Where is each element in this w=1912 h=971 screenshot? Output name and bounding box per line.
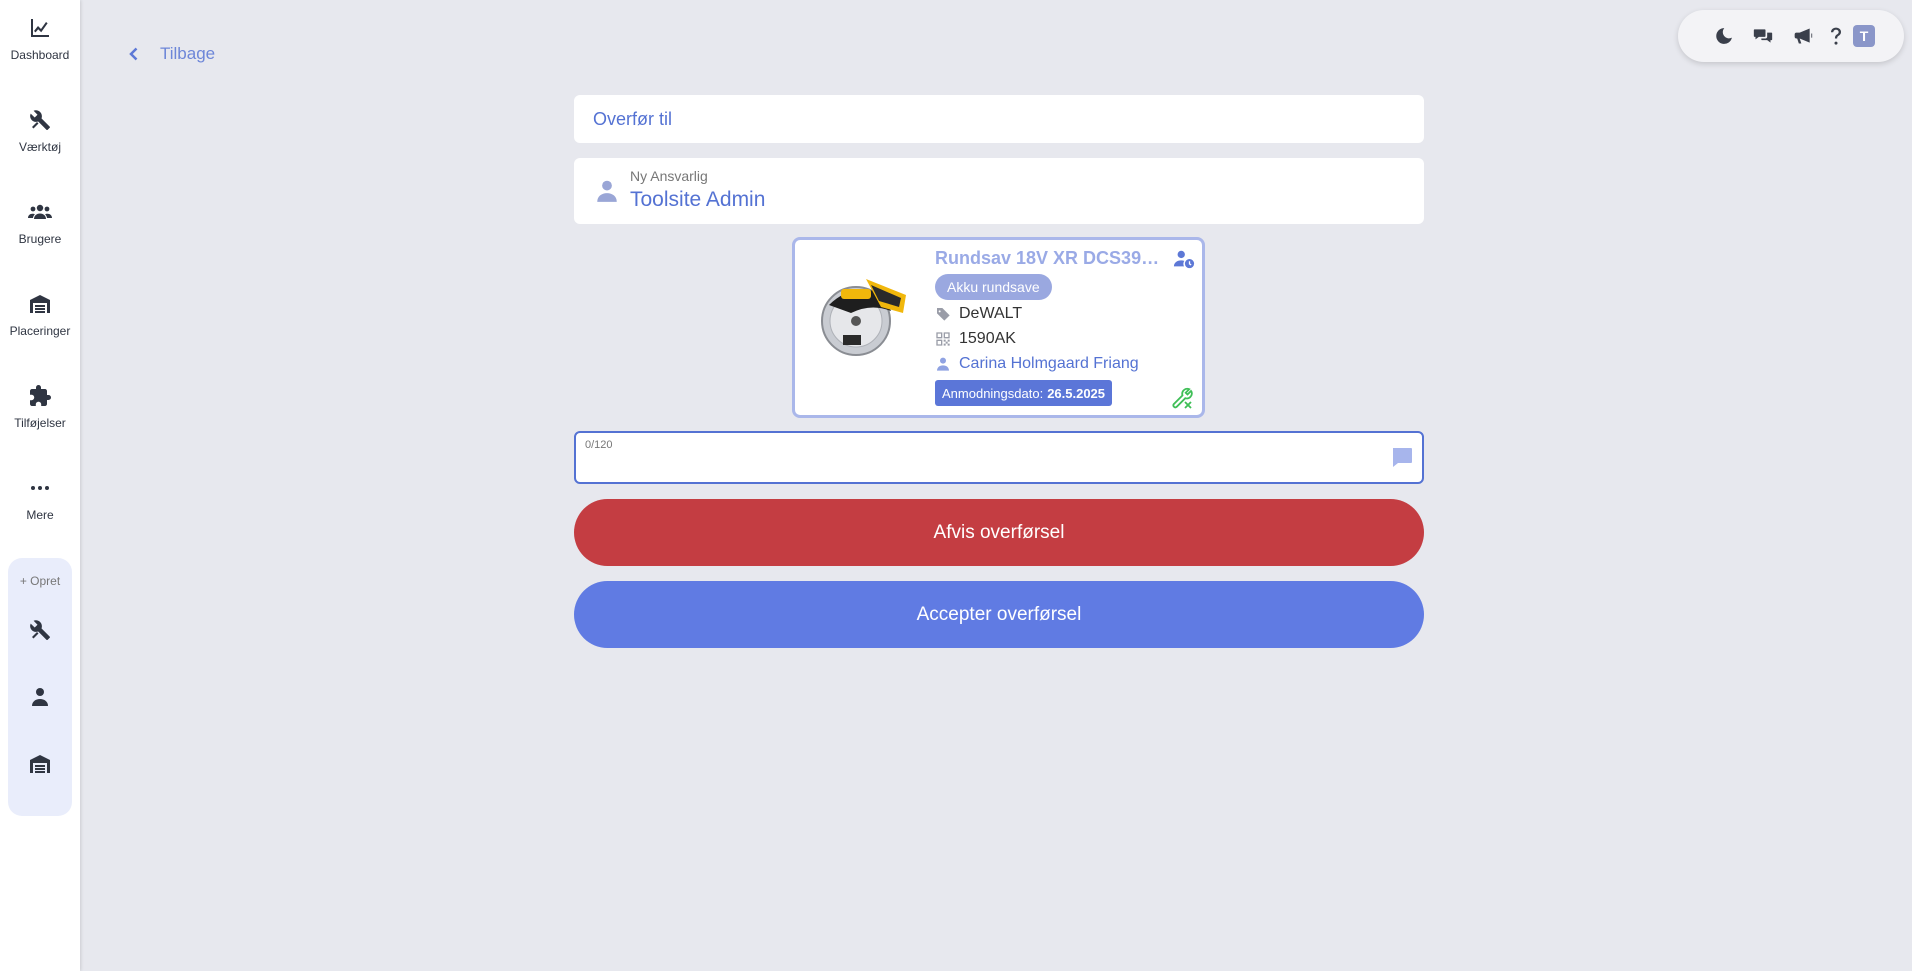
comment-input[interactable] xyxy=(585,455,1365,479)
sidebar: Dashboard Værktøj Brugere Placeringer Ti… xyxy=(0,0,80,971)
sidebar-item-label: Placeringer xyxy=(9,324,71,338)
sidebar-item-tools[interactable]: Værktøj xyxy=(0,92,80,170)
tool-name: Rundsav 18V XR DCS391N ... xyxy=(935,248,1167,268)
reject-transfer-button[interactable]: Afvis overførsel xyxy=(574,499,1424,566)
tools-icon xyxy=(30,110,50,130)
responsible-label: Ny Ansvarlig xyxy=(630,168,708,184)
tag-icon xyxy=(936,308,950,321)
users-icon xyxy=(28,204,52,219)
dark-mode-button[interactable] xyxy=(1712,24,1736,48)
announcements-button[interactable] xyxy=(1791,24,1815,48)
sidebar-item-locations[interactable]: Placeringer xyxy=(0,276,80,354)
request-date-badge: Anmodningsdato: 26.5.2025 xyxy=(935,380,1113,406)
sidebar-item-dashboard[interactable]: Dashboard xyxy=(0,0,80,78)
back-link[interactable]: Tilbage xyxy=(126,42,215,66)
sidebar-item-label: Brugere xyxy=(18,232,62,246)
category-tag: Akku rundsave xyxy=(935,274,1052,300)
warehouse-icon xyxy=(30,295,50,313)
create-tool-icon xyxy=(30,620,50,640)
brand-row: DeWALT xyxy=(935,303,1022,325)
circular-saw-image xyxy=(821,279,906,356)
help-icon xyxy=(1831,27,1841,45)
create-tool-button[interactable] xyxy=(20,610,60,650)
sidebar-item-more[interactable]: Mere xyxy=(0,460,80,538)
user-icon xyxy=(597,180,617,202)
chat-bubbles-icon xyxy=(1753,29,1773,43)
qr-code-icon xyxy=(936,332,950,346)
request-date-value: 26.5.2025 xyxy=(1047,385,1106,401)
user-icon xyxy=(937,357,949,371)
sidebar-item-label: Tilføjelser xyxy=(14,416,66,430)
sidebar-item-extensions[interactable]: Tilføjelser xyxy=(0,368,80,446)
puzzle-icon xyxy=(30,385,51,406)
create-user-icon xyxy=(32,688,48,706)
sidebar-item-label: Værktøj xyxy=(19,140,61,154)
code-row: 1590AK xyxy=(935,328,1016,350)
help-button[interactable] xyxy=(1824,24,1848,48)
sidebar-item-label: Dashboard xyxy=(10,48,70,62)
megaphone-icon xyxy=(1794,28,1813,44)
create-panel: + Opret xyxy=(8,558,72,816)
moon-icon xyxy=(1716,28,1732,44)
create-location-icon xyxy=(30,755,50,773)
top-toolbar: T xyxy=(1678,10,1904,62)
tool-card[interactable]: Rundsav 18V XR DCS391N ... Akku rundsave… xyxy=(792,237,1205,418)
comment-icon xyxy=(1393,448,1412,467)
user-avatar[interactable]: T xyxy=(1853,25,1875,47)
accept-transfer-button[interactable]: Accepter overførsel xyxy=(574,581,1424,648)
sidebar-item-label: Mere xyxy=(26,508,54,522)
comment-counter: 0/120 xyxy=(585,439,613,451)
owner-row: Carina Holmgaard Friang xyxy=(935,353,1139,375)
wrench-icon xyxy=(1172,387,1193,409)
comment-field[interactable]: 0/120 xyxy=(574,431,1424,484)
chat-button[interactable] xyxy=(1751,24,1775,48)
tool-code: 1590AK xyxy=(959,330,1016,347)
transfer-title: Overfør til xyxy=(574,95,1424,143)
sidebar-item-users[interactable]: Brugere xyxy=(0,184,80,262)
user-clock-icon xyxy=(1173,250,1195,269)
new-responsible-selector[interactable]: Ny Ansvarlig Toolsite Admin xyxy=(574,158,1424,224)
responsible-name: Toolsite Admin xyxy=(630,188,766,211)
back-label: Tilbage xyxy=(160,44,216,63)
tool-brand: DeWALT xyxy=(959,305,1023,322)
create-location-button[interactable] xyxy=(20,744,60,784)
chart-line-icon xyxy=(31,19,49,37)
tool-owner: Carina Holmgaard Friang xyxy=(959,355,1139,372)
more-dots-icon xyxy=(31,486,49,490)
request-date-label: Anmodningsdato: xyxy=(942,385,1044,401)
chevron-left-icon xyxy=(129,47,138,61)
create-user-button[interactable] xyxy=(20,677,60,717)
create-label: + Opret xyxy=(19,574,61,588)
